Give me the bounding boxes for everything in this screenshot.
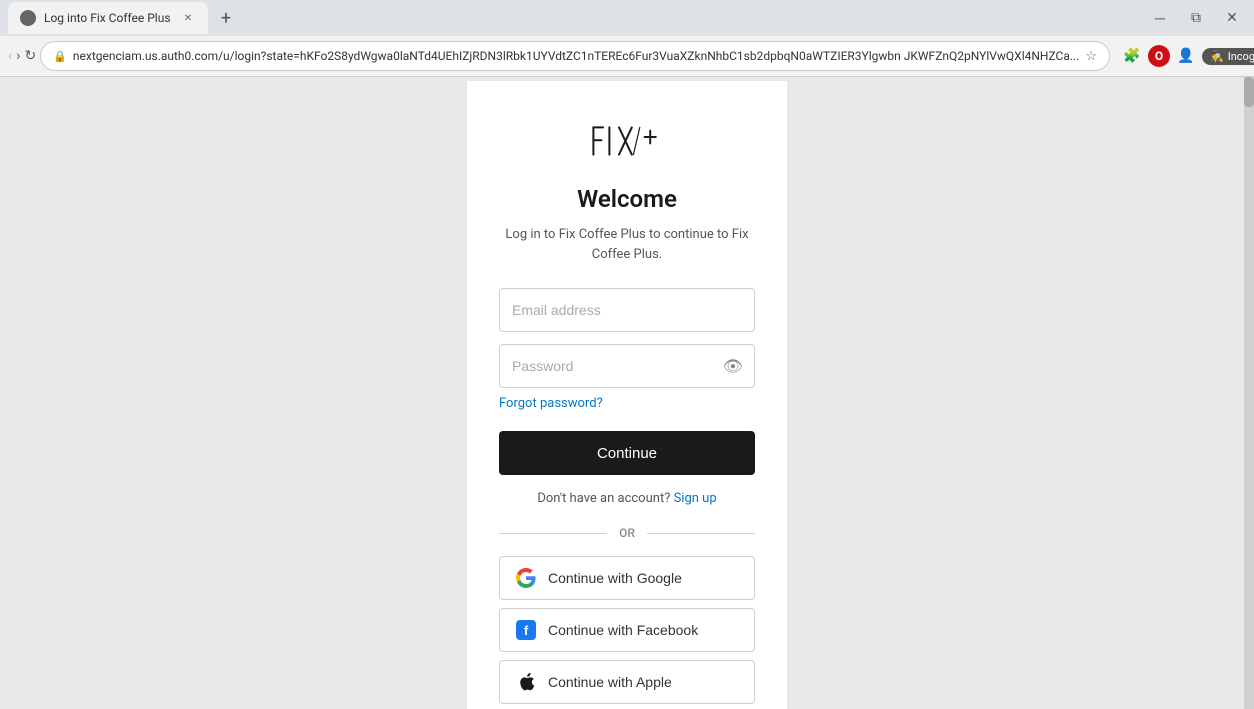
minimize-button[interactable]: ─ [1146,4,1174,32]
forgot-password-link[interactable]: Forgot password? [499,396,755,411]
tab-favicon [20,10,36,26]
welcome-title: Welcome [499,185,755,213]
google-button-label: Continue with Google [548,570,682,586]
bookmark-icon[interactable]: ☆ [1085,49,1097,64]
opera-icon[interactable]: O [1148,45,1170,67]
no-account-text: Don't have an account? [537,491,670,506]
login-card: Welcome Log in to Fix Coffee Plus to con… [467,81,787,709]
incognito-label: Incognito [1228,50,1254,63]
browser-tab[interactable]: Log into Fix Coffee Plus ✕ [8,2,208,34]
google-icon [516,568,536,588]
password-form-group: 👁 [499,344,755,388]
scrollbar[interactable] [1244,77,1254,709]
browser-chrome: Log into Fix Coffee Plus ✕ + ─ ⧉ ✕ ‹ › ↻… [0,0,1254,77]
facebook-button-label: Continue with Facebook [548,622,698,638]
password-input[interactable] [499,344,755,388]
address-text: nextgenciam.us.auth0.com/u/login?state=h… [73,49,1079,63]
incognito-icon: 🕵 [1210,50,1224,63]
divider-line-left [499,533,607,534]
divider: OR [499,526,755,540]
extensions-icon[interactable]: 🧩 [1118,42,1146,70]
apple-button-label: Continue with Apple [548,674,672,690]
subtitle: Log in to Fix Coffee Plus to continue to… [499,225,755,264]
title-bar: Log into Fix Coffee Plus ✕ + ─ ⧉ ✕ [0,0,1254,36]
tab-close-button[interactable]: ✕ [180,10,196,26]
divider-line-right [647,533,755,534]
show-password-icon[interactable]: 👁 [723,357,743,376]
address-bar[interactable]: 🔒 nextgenciam.us.auth0.com/u/login?state… [40,41,1110,71]
nav-bar: ‹ › ↻ 🔒 nextgenciam.us.auth0.com/u/login… [0,36,1254,76]
close-window-button[interactable]: ✕ [1218,4,1246,32]
refresh-button[interactable]: ↻ [24,42,36,70]
profile-icon[interactable]: 👤 [1172,42,1200,70]
new-tab-button[interactable]: + [212,4,240,32]
tab-title: Log into Fix Coffee Plus [44,11,172,25]
lock-icon: 🔒 [53,50,67,63]
incognito-badge: 🕵 Incognito [1202,48,1254,65]
google-signin-button[interactable]: Continue with Google [499,556,755,600]
signup-row: Don't have an account? Sign up [499,491,755,506]
nav-right-controls: 🧩 O 👤 🕵 Incognito ⋮ [1118,42,1254,70]
back-button[interactable]: ‹ [8,42,12,70]
continue-button[interactable]: Continue [499,431,755,475]
facebook-signin-button[interactable]: f Continue with Facebook [499,608,755,652]
sign-up-link[interactable]: Sign up [674,491,717,506]
email-form-group [499,288,755,332]
logo-container [499,121,755,161]
brand-logo [587,121,667,161]
divider-text: OR [619,526,635,540]
email-input[interactable] [499,288,755,332]
maximize-button[interactable]: ⧉ [1182,4,1210,32]
page-content: Welcome Log in to Fix Coffee Plus to con… [0,77,1254,709]
facebook-icon: f [516,620,536,640]
window-controls: ─ ⧉ ✕ [1146,4,1246,32]
apple-signin-button[interactable]: Continue with Apple [499,660,755,704]
scrollbar-thumb[interactable] [1244,77,1254,107]
forward-button[interactable]: › [16,42,20,70]
apple-icon [516,672,536,692]
